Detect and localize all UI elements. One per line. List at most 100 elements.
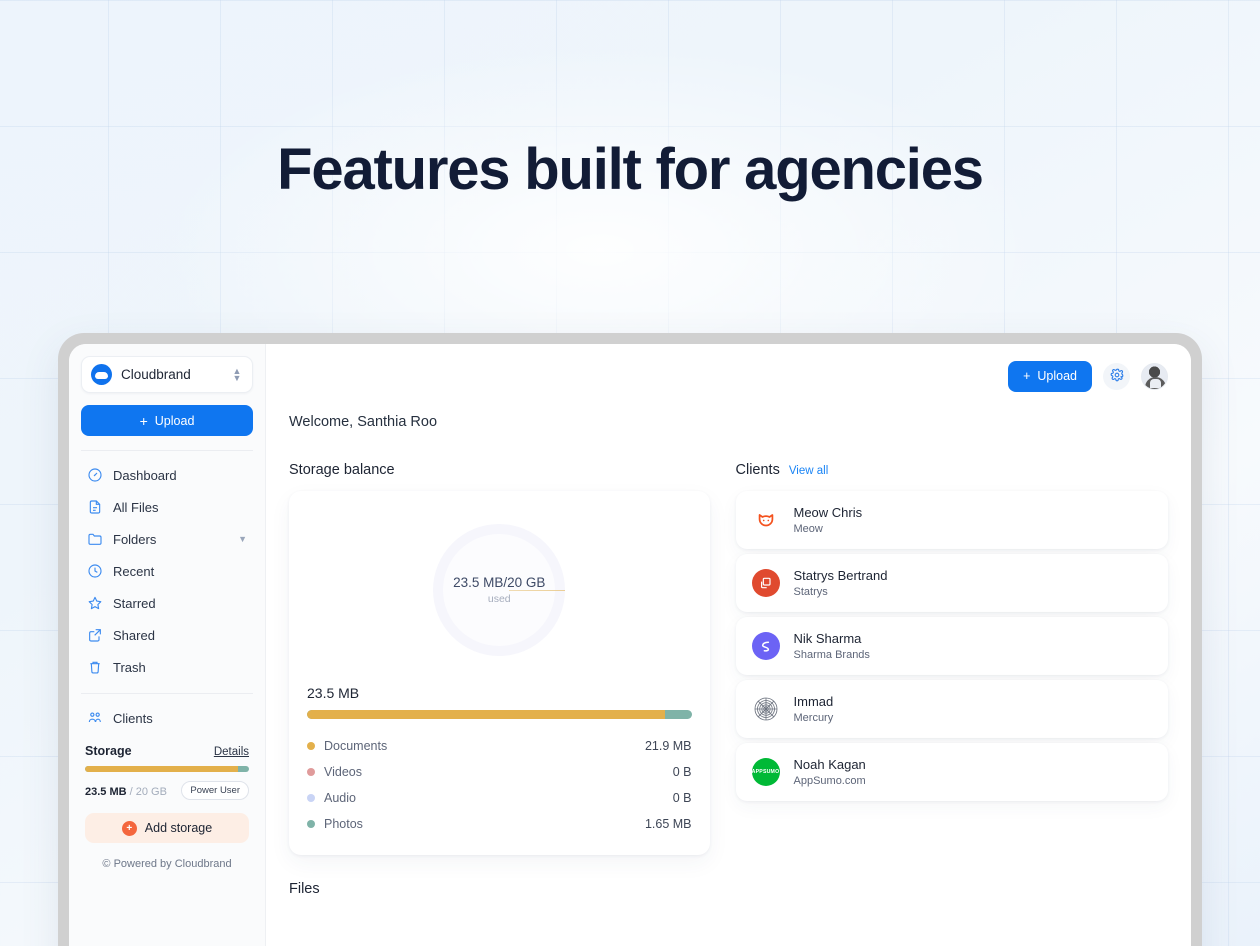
sidebar-item-label: Folders bbox=[113, 531, 157, 547]
star-icon bbox=[87, 595, 103, 611]
appsumo-logo: APPSUMO bbox=[751, 758, 780, 786]
storage-bar-total: 23.5 MB bbox=[307, 685, 360, 701]
file-icon bbox=[87, 499, 103, 515]
client-org: Mercury bbox=[793, 712, 834, 724]
plus-icon: + bbox=[139, 412, 148, 429]
dashboard-columns: Storage balance 23.5 MB/20 GB used 23.5 … bbox=[289, 462, 1168, 855]
avatar[interactable] bbox=[1141, 362, 1168, 390]
donut-usage-sublabel: used bbox=[487, 593, 511, 605]
clients-column: Clients View all Meow Chris Meow Statrys B… bbox=[735, 462, 1169, 855]
statrys-logo bbox=[751, 569, 780, 597]
sharma-logo bbox=[751, 632, 780, 660]
cloud-icon bbox=[91, 364, 112, 385]
storage-bar bbox=[307, 710, 692, 719]
settings-button[interactable] bbox=[1103, 362, 1130, 390]
client-info: Statrys Bertrand Statrys bbox=[794, 568, 888, 598]
sidebar-footer: © Powered by Cloudbrand bbox=[102, 858, 232, 870]
client-card[interactable]: Statrys Bertrand Statrys bbox=[735, 554, 1168, 612]
client-card[interactable]: Nik Sharma Sharma Brands bbox=[735, 617, 1168, 675]
client-card[interactable]: Meow Chris Meow bbox=[735, 491, 1168, 549]
legend-category-label: Photos bbox=[324, 817, 363, 831]
donut-center-labels: 23.5 MB/20 GB used bbox=[430, 521, 568, 659]
clients-header: Clients View all bbox=[736, 462, 1169, 478]
sidebar-item-shared[interactable]: Shared bbox=[81, 619, 253, 651]
org-switcher[interactable]: Cloudbrand ▲ ▼ bbox=[81, 356, 253, 393]
upload-button[interactable]: + Upload bbox=[1008, 360, 1092, 392]
donut-usage-label: 23.5 MB/20 GB bbox=[453, 575, 546, 590]
legend-color-dot bbox=[307, 820, 315, 828]
clients-title: Clients bbox=[735, 462, 780, 478]
storage-details-link[interactable]: Details bbox=[214, 746, 249, 758]
legend-category-label: Audio bbox=[324, 791, 356, 805]
client-org: Statrys bbox=[793, 586, 828, 598]
legend-value: 1.65 MB bbox=[644, 817, 692, 831]
sidebar-upload-button[interactable]: + Upload bbox=[81, 405, 253, 436]
legend-color-dot bbox=[307, 768, 315, 776]
welcome-message: Welcome, Santhia Roo bbox=[289, 414, 438, 430]
sidebar: Cloudbrand ▲ ▼ + Upload Dashboard All Fil… bbox=[69, 344, 266, 946]
legend-row: Photos 1.65 MB bbox=[307, 811, 692, 837]
sidebar-upload-label: Upload bbox=[154, 413, 195, 428]
add-storage-label: Add storage bbox=[144, 821, 213, 835]
app-screen: Cloudbrand ▲ ▼ + Upload Dashboard All Fil… bbox=[69, 344, 1191, 946]
upload-label: Upload bbox=[1037, 369, 1077, 383]
chevron-down-icon: ▼ bbox=[238, 534, 247, 544]
sidebar-item-recent[interactable]: Recent bbox=[81, 555, 253, 587]
chevron-up-down-icon: ▲ ▼ bbox=[232, 365, 242, 383]
client-info: Noah Kagan AppSumo.com bbox=[794, 757, 866, 787]
legend-category-label: Documents bbox=[324, 739, 388, 753]
client-name: Immad bbox=[793, 694, 834, 709]
storage-balance-card: 23.5 MB/20 GB used 23.5 MB Documents 21.9… bbox=[289, 491, 710, 855]
donut-chart: 23.5 MB/20 GB used bbox=[430, 521, 568, 659]
storage-usage-text: 23.5 MB / 20 GB bbox=[85, 782, 167, 800]
client-info: Meow Chris Meow bbox=[794, 505, 863, 535]
donut-chart-wrap: 23.5 MB/20 GB used bbox=[307, 513, 692, 685]
files-section-title: Files bbox=[289, 881, 320, 897]
client-name: Noah Kagan bbox=[793, 757, 866, 772]
legend-row: Documents 21.9 MB bbox=[307, 733, 692, 759]
sidebar-item-label: Clients bbox=[113, 710, 153, 726]
storage-used-value: 23.5 MB bbox=[85, 785, 127, 798]
client-org: Sharma Brands bbox=[793, 649, 870, 661]
main-content: Welcome, Santhia Roo Storage balance 23.… bbox=[266, 408, 1191, 946]
legend-value: 0 B bbox=[672, 765, 692, 779]
folder-icon bbox=[87, 531, 103, 547]
client-card[interactable]: Immad Mercury bbox=[735, 680, 1168, 738]
legend-value: 0 B bbox=[672, 791, 692, 805]
legend-color-dot bbox=[307, 794, 315, 802]
device-frame: Cloudbrand ▲ ▼ + Upload Dashboard All Fil… bbox=[58, 333, 1202, 946]
sidebar-divider bbox=[81, 450, 253, 451]
share-icon bbox=[87, 627, 103, 643]
clients-list: Meow Chris Meow Statrys Bertrand Statrys Nik… bbox=[735, 491, 1168, 801]
sidebar-item-clients[interactable]: Clients bbox=[81, 702, 253, 734]
client-org: AppSumo.com bbox=[793, 775, 866, 787]
status-badge: Power User bbox=[181, 781, 249, 800]
add-storage-button[interactable]: + Add storage bbox=[85, 813, 249, 843]
legend-row: Audio 0 B bbox=[307, 785, 692, 811]
trash-icon bbox=[87, 659, 103, 675]
sidebar-item-all-files[interactable]: All Files bbox=[81, 491, 253, 523]
topbar: + Upload bbox=[266, 344, 1191, 408]
legend-value: 21.9 MB bbox=[644, 739, 692, 753]
clock-icon bbox=[87, 563, 103, 579]
sidebar-item-dashboard[interactable]: Dashboard bbox=[81, 459, 253, 491]
gear-icon bbox=[1110, 368, 1124, 385]
legend-color-dot bbox=[307, 742, 315, 750]
cat-icon bbox=[751, 506, 780, 534]
sidebar-storage-block: Storage Details 23.5 MB / 20 GB Power Us… bbox=[81, 734, 253, 843]
page-title: Features built for agencies bbox=[277, 137, 984, 202]
plus-icon: + bbox=[1023, 369, 1031, 383]
sidebar-item-folders[interactable]: Folders ▼ bbox=[81, 523, 253, 555]
sidebar-divider-2 bbox=[81, 693, 253, 694]
storage-balance-column: Storage balance 23.5 MB/20 GB used 23.5 … bbox=[289, 462, 710, 855]
storage-mini-bar bbox=[85, 766, 249, 772]
legend-category-label: Videos bbox=[324, 765, 362, 779]
client-info: Nik Sharma Sharma Brands bbox=[794, 631, 870, 661]
clients-view-all-link[interactable]: View all bbox=[789, 465, 828, 477]
client-card[interactable]: APPSUMO Noah Kagan AppSumo.com bbox=[735, 743, 1168, 801]
client-name: Meow Chris bbox=[793, 505, 863, 520]
main-panel: + Upload Welcome, Santhia Roo Storage ba… bbox=[266, 344, 1191, 946]
sidebar-item-label: All Files bbox=[113, 499, 159, 515]
sidebar-item-starred[interactable]: Starred bbox=[81, 587, 253, 619]
sidebar-item-trash[interactable]: Trash bbox=[81, 651, 253, 683]
